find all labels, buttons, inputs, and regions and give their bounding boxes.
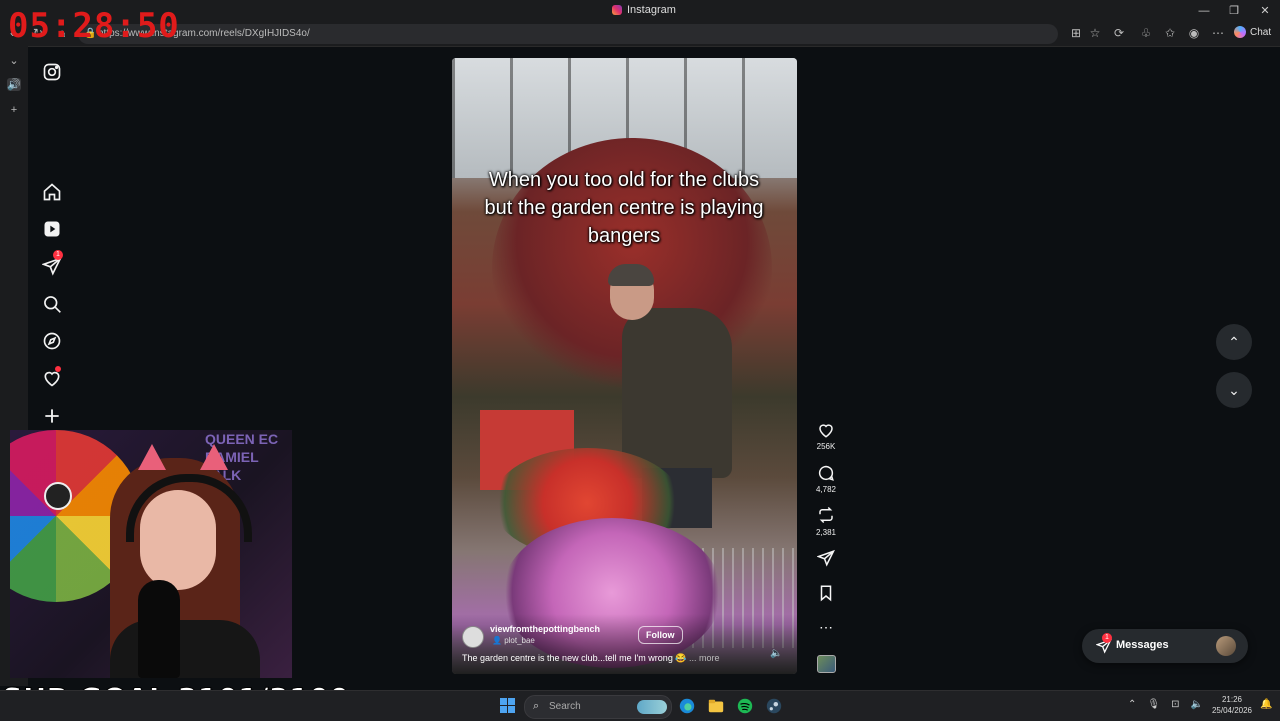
app-available-icon[interactable]: ⊞ bbox=[1068, 26, 1084, 40]
direct-messages-icon[interactable]: 1 bbox=[41, 250, 63, 276]
spotify-icon[interactable] bbox=[736, 697, 754, 715]
system-tray: ⌃ 🎙 ⊡ 🔈 bbox=[1128, 699, 1203, 710]
messages-dock[interactable]: 1 Messages bbox=[1082, 629, 1248, 663]
cat-ear-right bbox=[200, 444, 228, 470]
copilot-chat-button[interactable]: Chat bbox=[1234, 26, 1271, 38]
notifications-heart-icon[interactable] bbox=[42, 366, 62, 388]
more-options-icon[interactable]: ⋯ bbox=[815, 618, 837, 636]
mute-toggle-icon[interactable]: 🔈 bbox=[770, 648, 782, 659]
like-count: 256K bbox=[816, 442, 836, 451]
taskbar-search[interactable]: ⌕ Search bbox=[524, 695, 672, 719]
save-bookmark-icon[interactable] bbox=[815, 584, 837, 607]
minimize-button[interactable]: — bbox=[1192, 2, 1216, 20]
favorite-star-icon[interactable]: ☆ bbox=[1087, 26, 1103, 40]
message-contact-avatar bbox=[1216, 636, 1236, 656]
messages-dock-badge: 1 bbox=[1102, 633, 1112, 643]
follow-button[interactable]: Follow bbox=[638, 626, 683, 644]
notification-dot bbox=[55, 366, 61, 372]
comment-count: 4,782 bbox=[815, 485, 837, 494]
streamer-body bbox=[110, 620, 260, 678]
comment-icon[interactable] bbox=[815, 464, 837, 487]
extensions-icon[interactable]: ⟳ bbox=[1111, 26, 1127, 40]
home-icon[interactable] bbox=[42, 182, 62, 202]
window-title-text: Instagram bbox=[627, 4, 676, 16]
favorites-icon[interactable]: ✩ bbox=[1162, 26, 1178, 40]
stream-timer: 05:28:50 bbox=[8, 6, 180, 46]
audio-thumbnail[interactable] bbox=[817, 655, 836, 673]
microphone-tray-icon[interactable]: 🎙 bbox=[1147, 699, 1160, 710]
like-heart-icon[interactable] bbox=[815, 421, 837, 444]
more-menu-icon[interactable]: ⋯ bbox=[1210, 26, 1226, 40]
streamer-webcam: QUEEN EC DAMIEL TALK bbox=[10, 430, 292, 678]
messages-badge: 1 bbox=[53, 250, 63, 260]
notification-bell-icon[interactable]: 🔔 bbox=[1260, 699, 1272, 710]
create-plus-icon[interactable] bbox=[42, 406, 62, 426]
tray-overflow-chevron-icon[interactable]: ⌃ bbox=[1128, 699, 1136, 710]
reels-icon[interactable] bbox=[42, 219, 62, 239]
chat-label: Chat bbox=[1250, 26, 1272, 38]
man-torso bbox=[622, 308, 732, 478]
instagram-logo-icon[interactable] bbox=[42, 62, 62, 82]
address-bar[interactable]: 🔒 https://www.instagram.com/reels/DXgIHJ… bbox=[78, 24, 1058, 44]
man-hair bbox=[608, 264, 654, 286]
close-window-button[interactable]: ✕ bbox=[1253, 2, 1277, 20]
clock-date: 25/04/2026 bbox=[1211, 706, 1253, 715]
caption-more-link[interactable]: ... more bbox=[689, 653, 720, 663]
explore-compass-icon[interactable] bbox=[42, 331, 62, 351]
windows-taskbar: ⌕ Search ⌃ 🎙 ⊡ 🔈 21:26 25/04/2026 🔔 bbox=[0, 690, 1280, 721]
new-tab-icon[interactable]: + bbox=[7, 104, 21, 116]
network-tray-icon[interactable]: ⊡ bbox=[1171, 699, 1179, 710]
tab-collapse-icon[interactable]: ⌄ bbox=[7, 54, 21, 67]
repost-icon[interactable] bbox=[815, 506, 837, 529]
copilot-icon bbox=[1234, 26, 1246, 38]
tab-instagram-audio-icon[interactable]: 🔊 bbox=[7, 78, 21, 91]
search-highlight-image bbox=[637, 700, 667, 714]
volume-tray-icon[interactable]: 🔈 bbox=[1190, 699, 1202, 710]
creator-avatar[interactable] bbox=[462, 626, 484, 648]
restore-button[interactable]: ❐ bbox=[1222, 2, 1246, 20]
previous-reel-chevron-up-icon[interactable]: ⌃ bbox=[1216, 324, 1252, 360]
caption-text: The garden centre is the new club...tell… bbox=[462, 653, 687, 663]
taskbar-search-placeholder: Search bbox=[549, 701, 581, 712]
microphone bbox=[138, 580, 180, 678]
start-button-windows-icon[interactable] bbox=[500, 698, 515, 713]
browser-toolbar: ‹ ↻ ⌂ 🔒 https://www.instagram.com/reels/… bbox=[0, 22, 1280, 47]
reel-overlay-text: When you too old for the clubs but the g… bbox=[484, 169, 764, 247]
taskbar-search-icon: ⌕ bbox=[533, 700, 540, 712]
taskbar-clock[interactable]: 21:26 25/04/2026 bbox=[1208, 694, 1256, 716]
window-title-bar: Instagram — ❐ ✕ bbox=[0, 0, 1280, 22]
browser-essentials-icon[interactable]: ♧ bbox=[1138, 26, 1154, 40]
file-explorer-icon[interactable] bbox=[707, 697, 725, 715]
collaborator-label: plot_bae bbox=[504, 636, 535, 645]
messages-dock-label: Messages bbox=[1116, 639, 1169, 651]
collaborator-name[interactable]: 👤 plot_bae bbox=[492, 636, 535, 645]
share-icon[interactable] bbox=[815, 549, 837, 572]
search-icon[interactable] bbox=[42, 294, 62, 314]
creator-username[interactable]: viewfromthepottingbench bbox=[490, 624, 600, 634]
reel-caption: The garden centre is the new club...tell… bbox=[462, 653, 720, 664]
profile-avatar-icon[interactable]: ◉ bbox=[1186, 26, 1202, 40]
clock-time: 21:26 bbox=[1221, 695, 1243, 704]
spin-wheel-hub bbox=[44, 482, 72, 510]
repost-count: 2,381 bbox=[815, 528, 837, 537]
edge-browser-icon[interactable] bbox=[678, 697, 696, 715]
next-reel-chevron-down-icon[interactable]: ⌄ bbox=[1216, 372, 1252, 408]
cat-ear-left bbox=[138, 444, 166, 470]
steam-icon[interactable] bbox=[765, 697, 783, 715]
reel-video[interactable]: When you too old for the clubs but the g… bbox=[452, 58, 797, 674]
window-title: Instagram bbox=[612, 4, 676, 16]
instagram-favicon-icon bbox=[612, 5, 622, 15]
